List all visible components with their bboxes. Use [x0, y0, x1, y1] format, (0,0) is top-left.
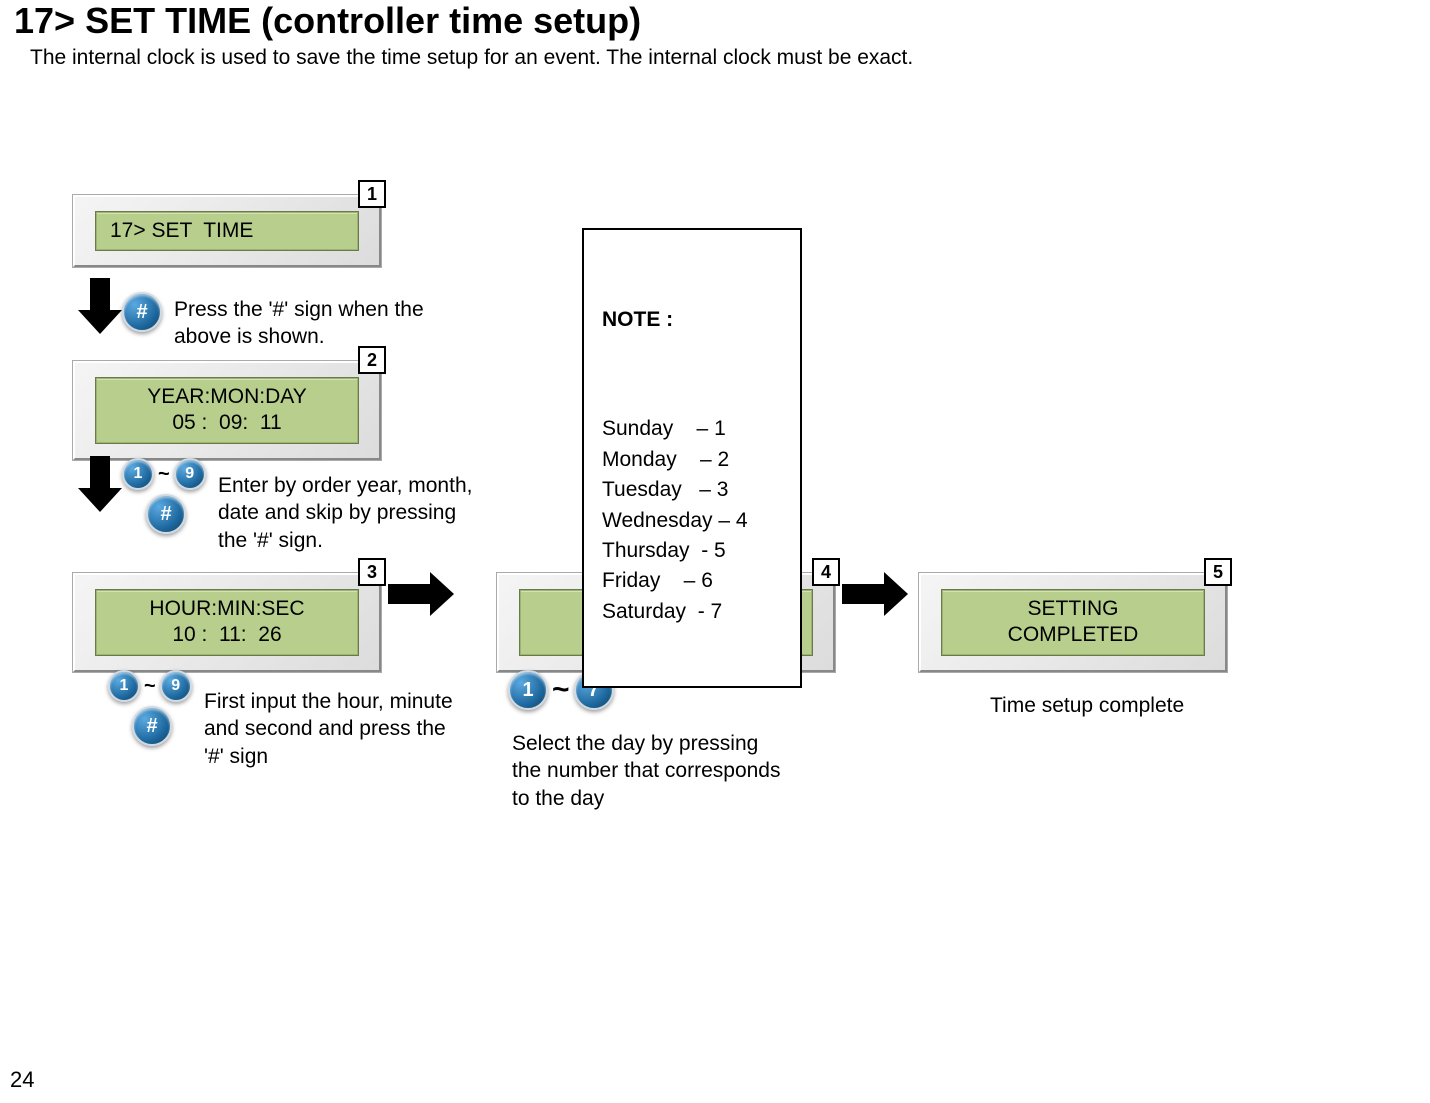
lcd-text: SETTING COMPLETED — [941, 589, 1205, 656]
arrow-down-icon — [90, 456, 110, 492]
page-number: 24 — [10, 1067, 34, 1093]
keypad-1-9-hash: 1 ~ 9 # — [122, 458, 206, 534]
one-key-button[interactable]: 1 — [508, 670, 548, 710]
caption-step-1: Press the '#' sign when the above is sho… — [174, 296, 424, 351]
lcd-step-5: 5 SETTING COMPLETED — [918, 572, 1228, 673]
lcd-text: HOUR:MIN:SEC 10 : 11: 26 — [95, 589, 359, 656]
caption-step-3: First input the hour, minute and second … — [204, 688, 464, 770]
lcd-step-1: 1 17> SET TIME — [72, 194, 382, 268]
lcd-frame: HOUR:MIN:SEC 10 : 11: 26 — [72, 572, 382, 673]
step-number-1: 1 — [358, 180, 386, 208]
tilde-icon: ~ — [158, 463, 170, 486]
one-key-button[interactable]: 1 — [122, 458, 154, 490]
note-body: Sunday – 1 Monday – 2 Tuesday – 3 Wednes… — [602, 414, 782, 627]
lcd-step-2: 2 YEAR:MON:DAY 05 : 09: 11 — [72, 360, 382, 461]
lcd-frame: YEAR:MON:DAY 05 : 09: 11 — [72, 360, 382, 461]
caption-step-4: Select the day by pressing the number th… — [512, 730, 792, 812]
step-number-5: 5 — [1204, 558, 1232, 586]
lcd-frame: 17> SET TIME — [72, 194, 382, 268]
keypad-1-9-hash: 1 ~ 9 # — [108, 670, 192, 746]
nine-key-button[interactable]: 9 — [174, 458, 206, 490]
note-title: NOTE : — [602, 305, 782, 335]
nine-key-button[interactable]: 9 — [160, 670, 192, 702]
step-number-2: 2 — [358, 346, 386, 374]
hash-key-button[interactable]: # — [132, 706, 172, 746]
step-number-4: 4 — [812, 558, 840, 586]
note-box: NOTE : Sunday – 1 Monday – 2 Tuesday – 3… — [582, 228, 802, 688]
tilde-icon: ~ — [552, 673, 570, 707]
lcd-frame: SETTING COMPLETED — [918, 572, 1228, 673]
page-title: 17> SET TIME (controller time setup) — [14, 0, 641, 42]
arrow-down-icon — [90, 278, 110, 314]
caption-step-2: Enter by order year, month, date and ski… — [218, 472, 478, 554]
tilde-icon: ~ — [144, 675, 156, 698]
lcd-text: YEAR:MON:DAY 05 : 09: 11 — [95, 377, 359, 444]
page-subtitle: The internal clock is used to save the t… — [30, 46, 913, 70]
lcd-step-3: 3 HOUR:MIN:SEC 10 : 11: 26 — [72, 572, 382, 673]
hash-key-button[interactable]: # — [122, 292, 162, 332]
arrow-right-icon — [388, 584, 434, 604]
one-key-button[interactable]: 1 — [108, 670, 140, 702]
arrow-right-icon — [842, 584, 888, 604]
caption-step-5: Time setup complete — [990, 692, 1250, 719]
lcd-text: 17> SET TIME — [95, 211, 359, 251]
hash-key-button[interactable]: # — [146, 494, 186, 534]
step-number-3: 3 — [358, 558, 386, 586]
